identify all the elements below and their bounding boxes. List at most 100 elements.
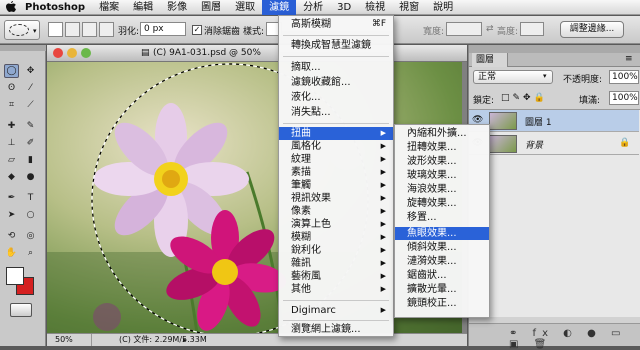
swap-icon[interactable]: ⇄ <box>486 24 494 34</box>
submenu-item-twirl[interactable]: 扭轉效果... <box>395 141 489 154</box>
menu-item-noise[interactable]: 雜訊 ▶ <box>279 257 393 270</box>
menu-help[interactable]: 說明 <box>426 0 460 15</box>
opacity-input[interactable]: 100% <box>609 70 639 84</box>
menu-item-sharpen[interactable]: 銳利化 ▶ <box>279 244 393 257</box>
intersect-selection-button[interactable] <box>99 22 114 37</box>
healing-brush-icon[interactable]: ✚ <box>4 119 19 133</box>
width-input[interactable] <box>446 22 482 36</box>
menu-item-last-filter[interactable]: 高斯模糊 ⌘F <box>279 18 393 31</box>
fill-input[interactable]: 100% <box>609 91 639 105</box>
submenu-item-spherize[interactable]: 旋轉效果... <box>395 197 489 210</box>
foreground-color-swatch[interactable] <box>6 267 24 285</box>
quick-mask-button[interactable] <box>10 303 32 317</box>
submenu-item-displace[interactable]: 移置... <box>395 211 489 224</box>
refine-edge-button[interactable]: 調整邊緣... <box>560 21 624 38</box>
menu-view[interactable]: 檢視 <box>358 0 392 15</box>
menu-item-artistic[interactable]: 藝術風 ▶ <box>279 270 393 283</box>
lasso-tool-icon[interactable]: ʘ <box>4 81 19 95</box>
menu-item-gallery[interactable]: 濾鏡收藏館... <box>279 76 393 89</box>
3d-rotate-icon[interactable]: ⟲ <box>4 229 19 243</box>
menu-select[interactable]: 選取 <box>228 0 262 15</box>
eyedropper-icon[interactable]: ⟋ <box>23 98 38 112</box>
menu-item-extract[interactable]: 摘取... <box>279 61 393 74</box>
submenu-item-glass[interactable]: 玻璃效果... <box>395 169 489 182</box>
submenu-item-ocean-ripple[interactable]: 海浪效果... <box>395 183 489 196</box>
submenu-item-lens-correction[interactable]: 鏡頭校正... <box>395 297 489 310</box>
minimize-window-icon[interactable] <box>67 48 77 58</box>
menu-item-stylize[interactable]: 風格化 ▶ <box>279 140 393 153</box>
panel-grip[interactable] <box>469 45 640 53</box>
menu-item-other[interactable]: 其他 ▶ <box>279 283 393 296</box>
move-tool-icon[interactable]: ✥ <box>23 64 38 78</box>
menu-item-browse-online[interactable]: 瀏覽網上濾鏡... <box>279 323 393 336</box>
apple-icon[interactable] <box>4 0 18 14</box>
menu-file[interactable]: 檔案 <box>92 0 126 15</box>
menu-item-video[interactable]: 視訊效果 ▶ <box>279 192 393 205</box>
submenu-item-shear[interactable]: 傾斜效果... <box>395 241 489 254</box>
blend-mode-select[interactable]: 正常 <box>473 70 553 84</box>
blur-tool-icon[interactable]: ◆ <box>4 170 19 184</box>
submenu-item-diffuse-glow[interactable]: 擴散光暈... <box>395 283 489 296</box>
zoom-window-icon[interactable] <box>81 48 91 58</box>
lock-icons[interactable]: □✎✥🔒 <box>501 93 548 103</box>
tab-layers[interactable]: 圖層 <box>472 53 508 67</box>
layer-row[interactable]: 👁 圖層 1 <box>469 110 639 132</box>
submenu-item-ripple[interactable]: 漣漪效果... <box>395 255 489 268</box>
subtract-selection-button[interactable] <box>82 22 97 37</box>
new-selection-button[interactable] <box>48 22 63 37</box>
menu-filter[interactable]: 濾鏡 <box>262 0 297 15</box>
menu-item-render[interactable]: 演算上色 ▶ <box>279 218 393 231</box>
toolbar-grip[interactable] <box>0 45 46 51</box>
add-selection-button[interactable] <box>65 22 80 37</box>
menu-item-liquify[interactable]: 液化... <box>279 91 393 104</box>
menu-item-distort[interactable]: 扭曲 ▶ <box>279 127 393 140</box>
antialias-checkbox[interactable]: ✓ <box>192 25 202 35</box>
submenu-item-pinch[interactable]: 內縮和外擴... <box>395 127 489 140</box>
height-input[interactable] <box>520 22 544 36</box>
pen-tool-icon[interactable]: ✒ <box>4 191 19 205</box>
app-menu[interactable]: Photoshop <box>18 0 92 15</box>
dodge-tool-icon[interactable]: ● <box>23 170 38 184</box>
submenu-item-wave[interactable]: 波形效果... <box>395 155 489 168</box>
crop-tool-icon[interactable]: ⌗ <box>4 98 19 112</box>
shape-tool-icon[interactable]: ○ <box>23 208 38 222</box>
panel-menu-icon[interactable]: ≡ <box>625 54 633 64</box>
zoom-level[interactable]: 50% <box>55 334 73 346</box>
menu-item-brush-strokes[interactable]: 筆觸 ▶ <box>279 179 393 192</box>
menu-item-texture[interactable]: 紋理 ▶ <box>279 153 393 166</box>
menu-window[interactable]: 視窗 <box>392 0 426 15</box>
menu-edit[interactable]: 編輯 <box>126 0 160 15</box>
3d-orbit-icon[interactable]: ◎ <box>23 229 38 243</box>
submenu-item-zigzag[interactable]: 鋸齒狀... <box>395 269 489 282</box>
menu-item-digimarc[interactable]: Digimarc ▶ <box>279 304 393 317</box>
menu-item-pixelate[interactable]: 像素 ▶ <box>279 205 393 218</box>
eraser-icon[interactable]: ▱ <box>4 153 19 167</box>
menu-item-smart-filter[interactable]: 轉換成智慧型濾鏡 <box>279 39 393 52</box>
layer-name[interactable]: 圖層 1 <box>525 115 552 128</box>
layer-row[interactable]: 👁 背景 🔒 <box>469 133 639 155</box>
magic-wand-icon[interactable]: ⁄ <box>23 81 38 95</box>
clone-stamp-icon[interactable]: ⊥ <box>4 136 19 150</box>
footer-action-icons[interactable]: ⚭ fx ◐ ● ▭ ▣ 🗑 <box>509 328 640 350</box>
layer-name[interactable]: 背景 <box>525 138 543 151</box>
menu-layer[interactable]: 圖層 <box>194 0 228 15</box>
path-select-icon[interactable]: ➤ <box>4 208 19 222</box>
menu-item-vanishing-point[interactable]: 消失點... <box>279 106 393 119</box>
menu-item-sketch[interactable]: 素描 ▶ <box>279 166 393 179</box>
menu-item-blur[interactable]: 模糊 ▶ <box>279 231 393 244</box>
hand-tool-icon[interactable]: ✋ <box>4 246 19 260</box>
marquee-tool-icon[interactable]: ◯ <box>4 64 19 78</box>
menu-3d[interactable]: 3D <box>330 0 358 15</box>
zoom-tool-icon[interactable]: ⌕ <box>23 246 38 260</box>
tool-preset-picker[interactable]: ▾ <box>4 20 40 40</box>
brush-tool-icon[interactable]: ✎ <box>23 119 38 133</box>
menu-image[interactable]: 影像 <box>160 0 194 15</box>
history-brush-icon[interactable]: ✐ <box>23 136 38 150</box>
submenu-item-fisheye[interactable]: 魚眼效果... <box>395 227 489 240</box>
close-window-icon[interactable] <box>53 48 63 58</box>
menu-analysis[interactable]: 分析 <box>296 0 330 15</box>
type-tool-icon[interactable]: T <box>23 191 38 205</box>
feather-input[interactable]: 0 px <box>140 22 186 36</box>
status-arrow-icon[interactable]: ▸ <box>183 336 191 344</box>
gradient-icon[interactable]: ▮ <box>23 153 38 167</box>
